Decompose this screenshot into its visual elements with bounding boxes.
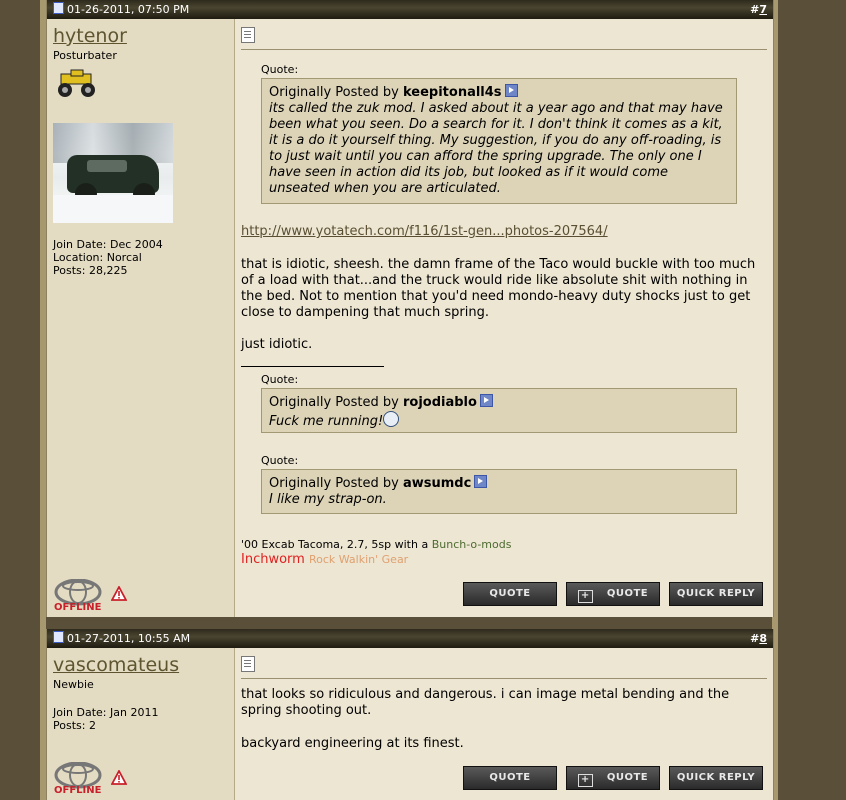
user-avatar[interactable]: [53, 123, 173, 223]
multi-quote-button[interactable]: + QUOTE: [566, 582, 660, 606]
post-8: 01-27-2011, 10:55 AM #8 vascomateus Newb…: [46, 629, 774, 800]
view-post-icon[interactable]: [474, 475, 488, 488]
multi-quote-icon: +: [577, 590, 593, 603]
location: Location: Norcal: [53, 251, 142, 264]
post-icon: [241, 27, 255, 43]
post-date-icon: [53, 631, 64, 643]
user-info: Join Date: Dec 2004 Location: Norcal Pos…: [53, 238, 163, 277]
sig-quote-label: Quote:: [261, 454, 299, 467]
multi-quote-icon: +: [577, 774, 593, 787]
post-body: that is idiotic, sheesh. the damn frame …: [241, 257, 756, 320]
post-date-text: 01-26-2011, 07:50 PM: [67, 3, 190, 16]
monster-truck-icon: [58, 69, 95, 97]
page: 01-26-2011, 07:50 PM #7 hytenor Posturba…: [0, 0, 846, 800]
post-body-closing: just idiotic.: [241, 337, 313, 352]
post-header: 01-27-2011, 10:55 AM #8: [47, 629, 773, 648]
signature-mods-link[interactable]: Bunch-o-mods: [432, 538, 512, 551]
quote-text: I like my strap-on.: [269, 492, 387, 507]
post-count: Posts: 28,225: [53, 264, 128, 277]
post-number-prefix: #: [750, 632, 760, 645]
inchworm-brand[interactable]: Inchworm: [241, 552, 305, 567]
username-link[interactable]: vascomateus: [53, 654, 179, 676]
sig-quote-box: Originally Posted by rojodiablo Fuck me …: [261, 388, 737, 433]
offline-status-icon: OFFLINE: [54, 579, 102, 613]
multi-quote-button[interactable]: + QUOTE: [566, 766, 660, 790]
thread-link[interactable]: http://www.yotatech.com/f116/1st-gen...p…: [241, 224, 608, 239]
report-post-icon[interactable]: [111, 770, 127, 786]
quote-button-label: QUOTE: [489, 588, 531, 599]
report-post-icon[interactable]: [111, 586, 127, 602]
quote-prefix: Originally Posted by: [269, 395, 399, 410]
message-pane: Quote: Originally Posted by keepitonall4…: [235, 19, 773, 617]
join-date: Join Date: Dec 2004: [53, 238, 163, 251]
offline-label: OFFLINE: [54, 785, 102, 796]
quote-text-content: Fuck me running!: [269, 414, 384, 429]
sig-quote-box: Originally Posted by awsumdc I like my s…: [261, 469, 737, 514]
quote-text: its called the zuk mod. I asked about it…: [269, 101, 723, 196]
signature-divider: [241, 366, 384, 367]
quote-author: keepitonall4s: [402, 85, 502, 100]
join-date: Join Date: Jan 2011: [53, 706, 159, 719]
quote-box: Originally Posted by keepitonall4s its c…: [261, 78, 737, 204]
post-date-icon: [53, 2, 64, 14]
offline-label: OFFLINE: [54, 602, 102, 613]
left-background: [0, 0, 40, 800]
view-post-icon[interactable]: [504, 84, 518, 97]
post-body-closing: backyard engineering at its finest.: [241, 736, 464, 751]
quick-reply-label: QUICK REPLY: [676, 588, 756, 599]
signature-text: '00 Excab Tacoma, 2.7, 5sp with a Bunch-…: [241, 538, 511, 551]
right-background: [778, 0, 846, 800]
quote-author: awsumdc: [402, 476, 472, 491]
quick-reply-button[interactable]: QUICK REPLY: [669, 766, 763, 790]
user-pane: hytenor Posturbater Join Date: Dec 2004 …: [47, 19, 235, 617]
multi-quote-label: QUOTE: [606, 772, 649, 783]
quote-prefix: Originally Posted by: [269, 476, 399, 491]
message-pane: that looks so ridiculous and dangerous. …: [235, 648, 773, 800]
post-number: #8: [750, 629, 767, 648]
post-number: #7: [750, 0, 767, 19]
post-date-text: 01-27-2011, 10:55 AM: [67, 632, 191, 645]
quote-author: rojodiablo: [402, 395, 477, 410]
quote-button-label: QUOTE: [489, 772, 531, 783]
user-title: Posturbater: [53, 49, 117, 62]
quick-reply-label: QUICK REPLY: [676, 772, 756, 783]
post-divider: [241, 678, 767, 679]
user-info: Join Date: Jan 2011 Posts: 2: [53, 706, 158, 732]
offline-status-icon: OFFLINE: [54, 762, 102, 796]
user-title: Newbie: [53, 678, 94, 691]
quote-button[interactable]: QUOTE: [463, 766, 557, 790]
multi-quote-label: QUOTE: [606, 588, 649, 599]
quote-prefix: Originally Posted by: [269, 85, 399, 100]
post-permalink[interactable]: 8: [759, 632, 767, 645]
sig-quote-label: Quote:: [261, 373, 299, 386]
inchworm-sig: Inchworm Rock Walkin' Gear: [241, 552, 408, 567]
post-date: 01-26-2011, 07:50 PM: [53, 0, 189, 19]
signature-vehicle: '00 Excab Tacoma, 2.7, 5sp with a: [241, 538, 429, 551]
post-divider: [241, 49, 767, 50]
quote-text: Fuck me running!: [269, 411, 729, 430]
post-date: 01-27-2011, 10:55 AM: [53, 629, 190, 648]
post-body: that looks so ridiculous and dangerous. …: [241, 687, 730, 718]
shocked-smiley-icon: [383, 411, 400, 427]
post-count: Posts: 2: [53, 719, 96, 732]
view-post-icon[interactable]: [479, 394, 493, 407]
username-link[interactable]: hytenor: [53, 25, 127, 47]
post-header: 01-26-2011, 07:50 PM #7: [47, 0, 773, 19]
inchworm-subtitle[interactable]: Rock Walkin' Gear: [309, 553, 408, 566]
user-pane: vascomateus Newbie Join Date: Jan 2011 P…: [47, 648, 235, 800]
post-icon: [241, 656, 255, 672]
quote-label: Quote:: [261, 63, 299, 76]
post-7: 01-26-2011, 07:50 PM #7 hytenor Posturba…: [46, 0, 774, 617]
post-number-prefix: #: [750, 3, 760, 16]
quick-reply-button[interactable]: QUICK REPLY: [669, 582, 763, 606]
quote-button[interactable]: QUOTE: [463, 582, 557, 606]
post-permalink[interactable]: 7: [759, 3, 767, 16]
